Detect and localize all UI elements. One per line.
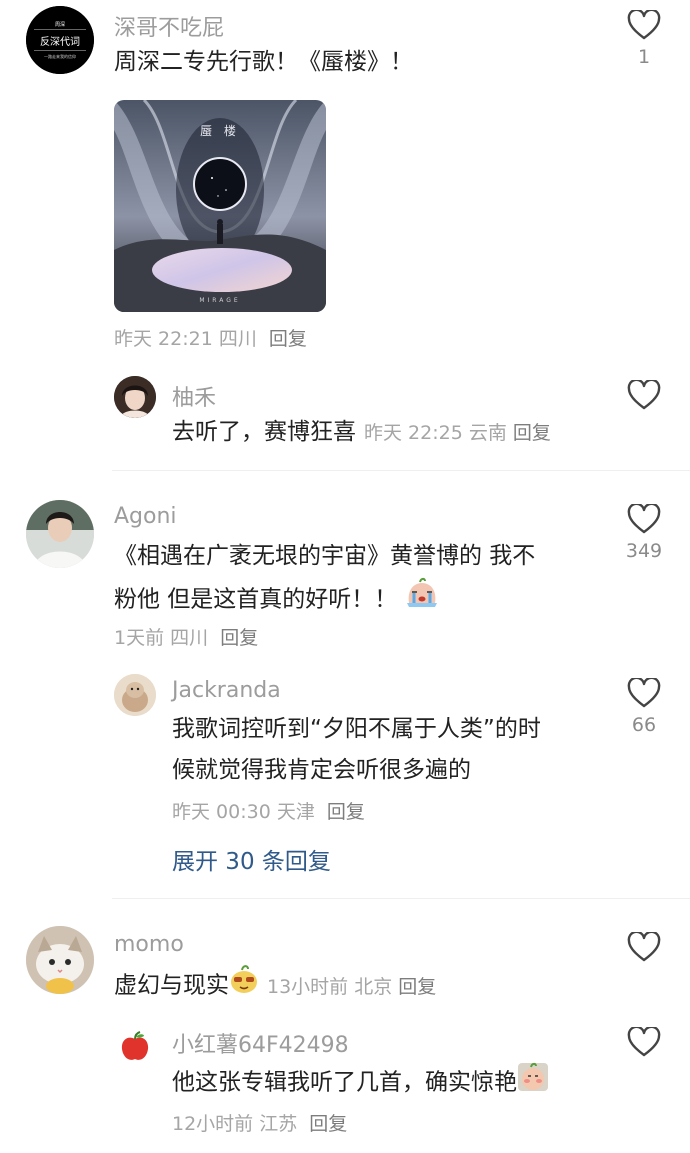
crying-emoji-icon bbox=[405, 577, 439, 623]
heart-outline-icon bbox=[627, 1027, 661, 1057]
avatar[interactable] bbox=[26, 926, 94, 994]
reply-text-content: 去听了，赛博狂喜 bbox=[172, 419, 356, 445]
reply-text-line: 我歌词控听到“夕阳不属于人类”的时 bbox=[172, 716, 541, 742]
album-title: 蜃 楼 bbox=[200, 124, 240, 138]
person-avatar-icon bbox=[26, 500, 94, 568]
comment-location: 四川 bbox=[218, 328, 257, 350]
heart-outline-icon bbox=[627, 10, 661, 40]
comment-location: 四川 bbox=[170, 627, 209, 649]
avatar[interactable] bbox=[114, 674, 156, 716]
cat-avatar-icon bbox=[26, 926, 94, 994]
svg-text:周深: 周深 bbox=[55, 21, 65, 28]
reply-time: 12小时前 bbox=[172, 1113, 254, 1135]
comment-location: 北京 bbox=[354, 975, 393, 998]
sunglasses-emoji-icon bbox=[229, 964, 259, 1008]
divider bbox=[112, 898, 690, 899]
like-count: 349 bbox=[625, 540, 663, 562]
comment-username[interactable]: Agoni bbox=[114, 504, 177, 529]
comment-text-line: 粉他 但是这首真的好听！！ bbox=[114, 586, 398, 613]
like-count: 66 bbox=[631, 714, 657, 736]
reply-text: 我歌词控听到“夕阳不属于人类”的时 候就觉得我肯定会听很多遍的 bbox=[172, 709, 592, 791]
apple-avatar-icon bbox=[121, 1031, 149, 1060]
like-button[interactable]: 1 bbox=[614, 10, 674, 68]
like-button[interactable] bbox=[614, 380, 674, 416]
band-logo-avatar-icon: 周深 反深代词 一路走来我的信仰 bbox=[26, 6, 94, 74]
reply-text-content: 他这张专辑我听了几首，确实惊艳 bbox=[172, 1069, 517, 1096]
reply-username[interactable]: 柚禾 bbox=[172, 380, 216, 412]
like-button[interactable] bbox=[614, 932, 674, 968]
comment-text-content: 虚幻与现实 bbox=[114, 972, 229, 999]
reply-meta: 昨天 22:25 云南 回复 bbox=[364, 422, 551, 444]
heart-outline-icon bbox=[627, 380, 661, 410]
avatar[interactable] bbox=[26, 500, 94, 568]
comment-meta: 昨天 22:21 四川 回复 bbox=[114, 324, 307, 351]
comment-meta: 1天前 四川 回复 bbox=[114, 623, 258, 650]
comment-username[interactable]: momo bbox=[114, 932, 184, 957]
heart-outline-icon bbox=[627, 678, 661, 708]
like-count: 1 bbox=[637, 46, 651, 68]
like-button[interactable]: 349 bbox=[614, 504, 674, 562]
svg-text:一路走来我的信仰: 一路走来我的信仰 bbox=[44, 53, 76, 59]
comment-text: 周深二专先行歌！《蜃楼》！ bbox=[114, 49, 413, 75]
reply-location: 云南 bbox=[468, 422, 507, 444]
comment-time: 1天前 bbox=[114, 627, 165, 649]
reply-text: 去听了，赛博狂喜 昨天 22:25 云南 回复 bbox=[172, 412, 551, 454]
album-cover-image[interactable]: 蜃 楼 MIRAGE bbox=[114, 100, 326, 312]
divider bbox=[112, 470, 690, 471]
blushing-emoji-icon bbox=[517, 1059, 549, 1107]
reply-button[interactable]: 回复 bbox=[327, 801, 365, 823]
reply-username[interactable]: 小红薯64F42498 bbox=[172, 1027, 349, 1059]
reply-username[interactable]: Jackranda bbox=[172, 678, 281, 703]
comment-text-line-2: 粉他 但是这首真的好听！！ bbox=[114, 577, 594, 623]
reply-button[interactable]: 回复 bbox=[269, 328, 307, 350]
reply-meta: 12小时前 江苏 回复 bbox=[172, 1109, 347, 1136]
comment-meta: 13小时前 北京 回复 bbox=[267, 976, 436, 998]
reply-time: 昨天 00:30 bbox=[172, 801, 271, 823]
girl-avatar-icon bbox=[114, 376, 156, 418]
reply-button[interactable]: 回复 bbox=[220, 627, 258, 649]
comment-username[interactable]: 深哥不吃屁 bbox=[114, 10, 224, 42]
comment-text: 虚幻与现实 13小时前 北京 回复 bbox=[114, 964, 436, 1008]
reply-meta: 昨天 00:30 天津 回复 bbox=[172, 797, 365, 824]
reply-location: 江苏 bbox=[259, 1113, 298, 1135]
svg-text:反深代词: 反深代词 bbox=[40, 36, 80, 48]
pet-avatar-icon bbox=[114, 674, 156, 716]
avatar[interactable] bbox=[118, 1030, 152, 1064]
reply-button[interactable]: 回复 bbox=[398, 976, 436, 998]
reply-time: 昨天 22:25 bbox=[364, 422, 463, 444]
avatar[interactable] bbox=[114, 376, 156, 418]
reply-text-line: 候就觉得我肯定会听很多遍的 bbox=[172, 757, 471, 783]
heart-outline-icon bbox=[627, 504, 661, 534]
comment-time: 13小时前 bbox=[267, 975, 349, 998]
reply-location: 天津 bbox=[276, 801, 315, 823]
like-button[interactable]: 66 bbox=[614, 678, 674, 736]
like-button[interactable] bbox=[614, 1027, 674, 1063]
heart-outline-icon bbox=[627, 932, 661, 962]
reply-button[interactable]: 回复 bbox=[309, 1113, 347, 1135]
reply-text: 他这张专辑我听了几首，确实惊艳 bbox=[172, 1059, 549, 1107]
expand-replies-link[interactable]: 展开 30 条回复 bbox=[172, 842, 331, 876]
avatar[interactable]: 周深 反深代词 一路走来我的信仰 bbox=[26, 6, 94, 74]
album-subtitle: MIRAGE bbox=[199, 297, 241, 304]
comment-text: 《相遇在广袤无垠的宇宙》黄誉博的 我不 粉他 但是这首真的好听！！ bbox=[114, 536, 594, 623]
comment-text-line: 《相遇在广袤无垠的宇宙》黄誉博的 我不 bbox=[114, 543, 536, 569]
comment-time: 昨天 22:21 bbox=[114, 328, 213, 350]
reply-button[interactable]: 回复 bbox=[513, 422, 551, 444]
